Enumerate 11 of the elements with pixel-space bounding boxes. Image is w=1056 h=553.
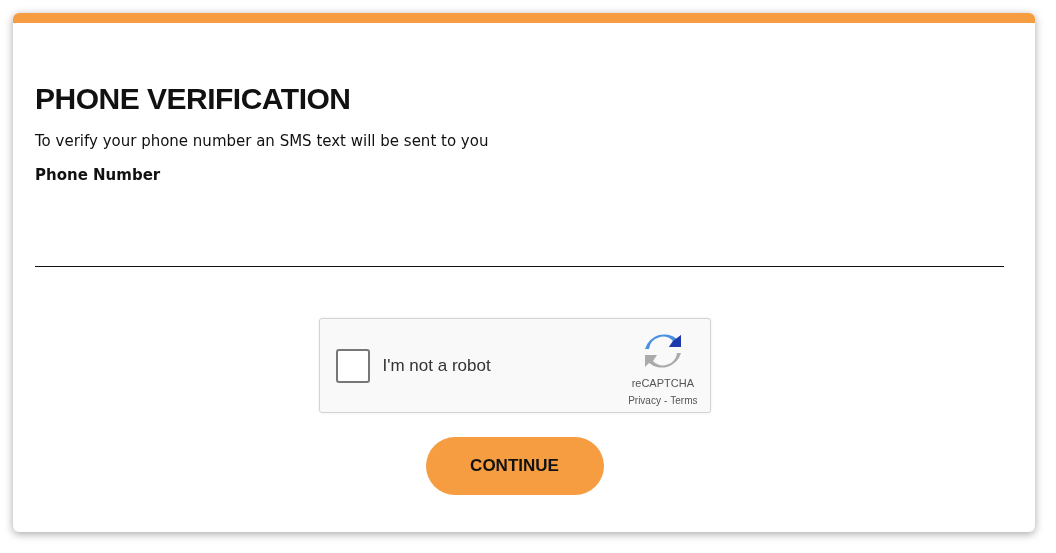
terms-link[interactable]: Terms (670, 395, 698, 406)
continue-button[interactable]: CONTINUE (425, 437, 604, 495)
field-label: Phone Number (35, 166, 161, 184)
brand-text: reCAPTCHA (631, 377, 694, 389)
recaptcha-logo-icon (642, 331, 683, 371)
description-text: To verify your phone number an SMS text will be sent to you (35, 131, 490, 151)
captcha-label: I'm not a robot (382, 355, 492, 376)
captcha-checkbox[interactable] (335, 348, 370, 383)
separator-text: - (663, 395, 668, 406)
privacy-link[interactable]: Privacy (628, 395, 661, 406)
page-title: PHONE VERIFICATION (35, 81, 352, 117)
